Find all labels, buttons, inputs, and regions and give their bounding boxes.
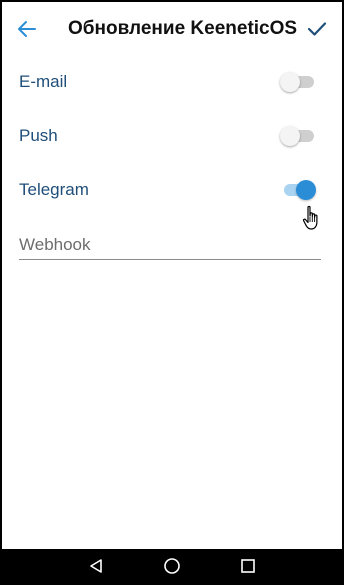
nav-recents-button[interactable] <box>236 555 260 577</box>
back-button[interactable] <box>10 12 44 46</box>
telegram-toggle-thumb <box>296 180 316 200</box>
nav-home-button[interactable] <box>160 555 184 577</box>
push-row[interactable]: Push <box>2 114 342 158</box>
email-toggle[interactable] <box>280 71 316 93</box>
telegram-toggle[interactable] <box>280 179 316 201</box>
recents-square-icon <box>241 559 255 573</box>
email-toggle-thumb <box>280 72 300 92</box>
telegram-row[interactable]: Telegram <box>2 168 342 212</box>
app-screen: Обновление KeeneticOS E-mail Push Telegr… <box>2 2 342 583</box>
webhook-input[interactable] <box>19 232 321 258</box>
checkmark-icon <box>307 22 327 36</box>
webhook-field[interactable] <box>19 228 321 262</box>
email-row[interactable]: E-mail <box>2 60 342 104</box>
push-toggle[interactable] <box>280 125 316 147</box>
arrow-left-icon <box>18 21 36 37</box>
back-triangle-icon <box>90 559 102 573</box>
app-bar: Обновление KeeneticOS <box>2 2 342 58</box>
push-toggle-thumb <box>280 126 300 146</box>
nav-back-button[interactable] <box>84 555 108 577</box>
webhook-underline <box>19 259 321 260</box>
telegram-label: Telegram <box>19 180 89 199</box>
email-label: E-mail <box>19 72 68 91</box>
page-title: Обновление KeeneticOS <box>68 18 298 39</box>
home-circle-icon <box>164 558 180 574</box>
android-nav-bar <box>2 549 342 583</box>
push-label: Push <box>19 126 58 145</box>
confirm-button[interactable] <box>300 12 334 46</box>
